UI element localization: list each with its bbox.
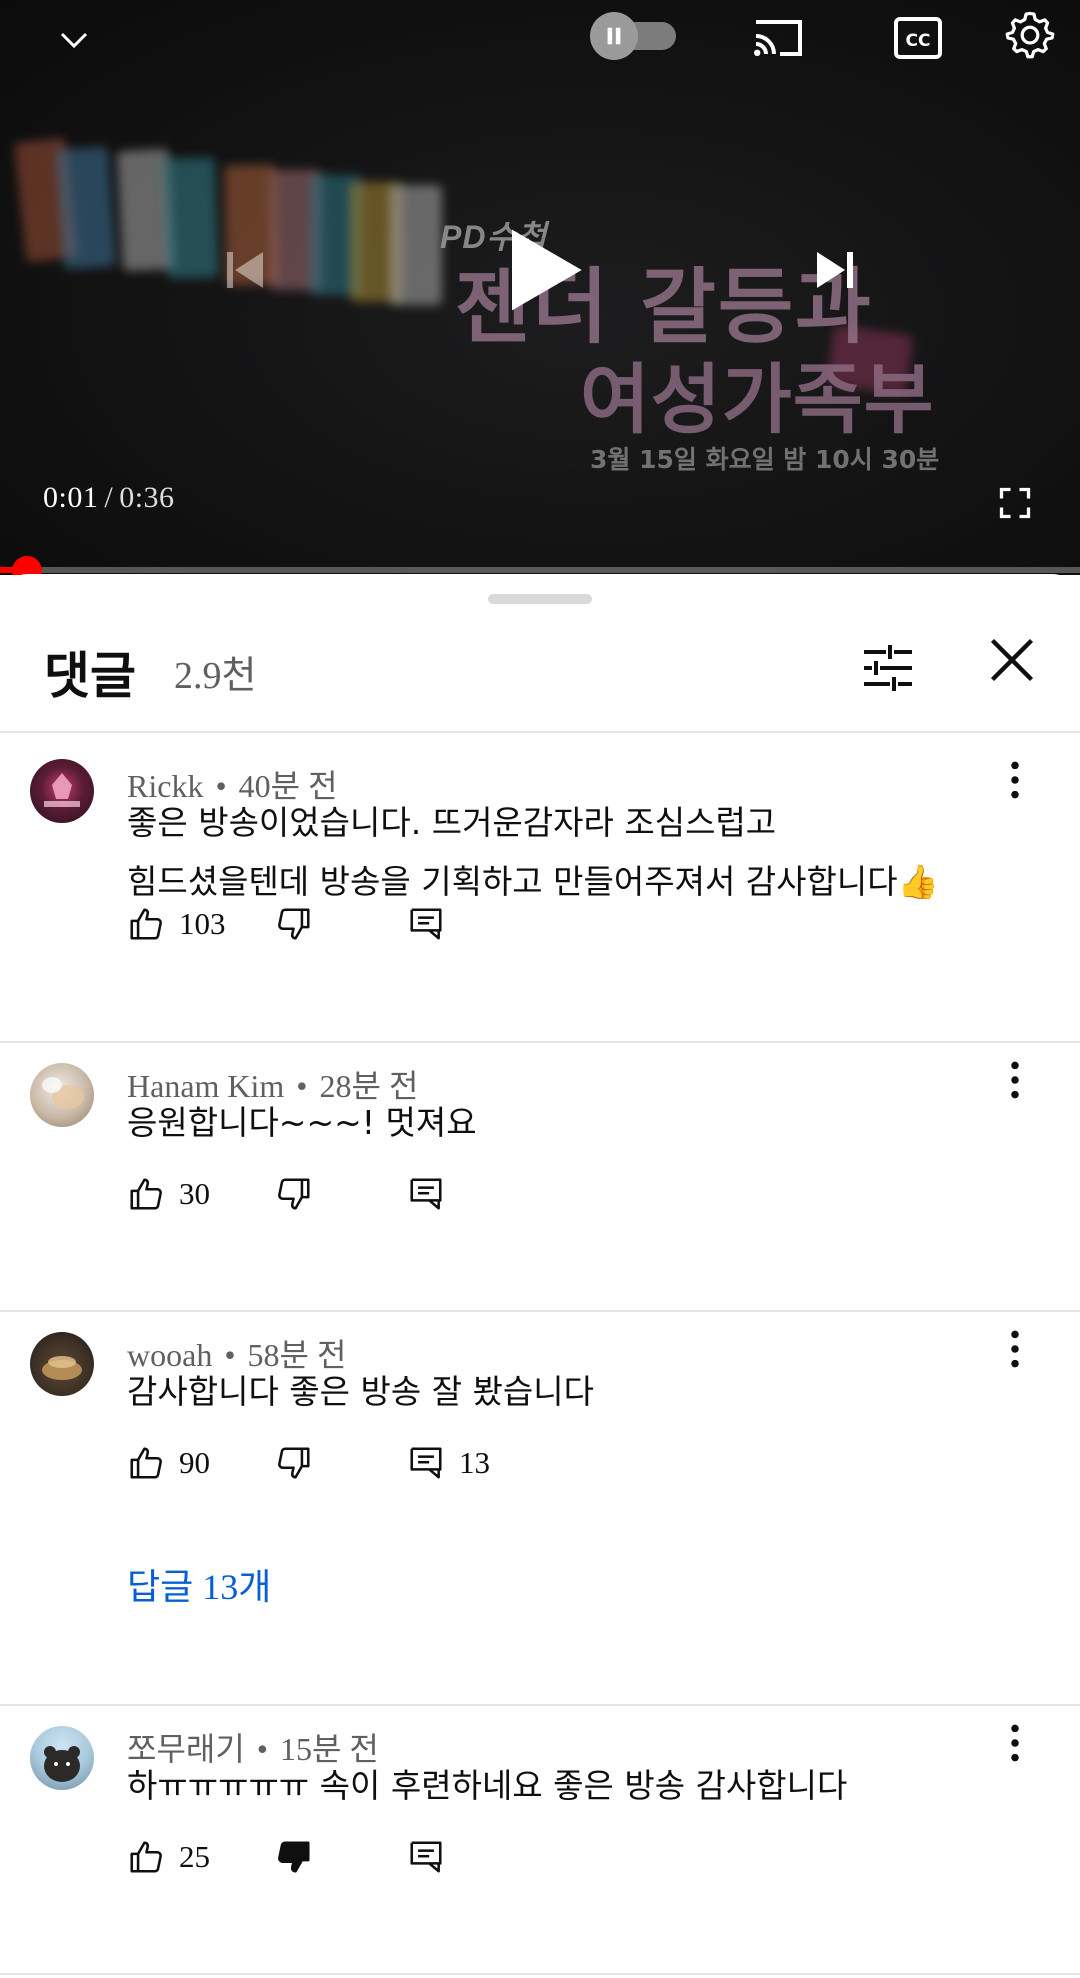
like-count: 90 — [179, 1445, 210, 1480]
thumbs-up-icon — [130, 908, 162, 940]
comment-item: Hanam Kim • 28분 전 응원합니다~~~! 멋져요 30 — [0, 1043, 1080, 1243]
video-player[interactable]: PD수첩 젠더 갈등과 여성가족부 3월 15일 화요일 밤 10시 30분 C… — [0, 0, 1080, 575]
like-button[interactable]: 103 — [127, 899, 226, 949]
time-separator: / — [104, 481, 114, 514]
play-icon[interactable] — [500, 225, 590, 315]
thumbs-up-icon — [130, 1447, 162, 1479]
view-replies-link[interactable]: 답글 13개 — [127, 1558, 271, 1610]
autoplay-toggle[interactable] — [590, 12, 686, 60]
like-count: 103 — [179, 906, 226, 941]
close-icon[interactable] — [986, 634, 1046, 698]
drag-handle[interactable] — [488, 594, 592, 604]
reply-button[interactable] — [407, 899, 445, 949]
comment-item: wooah • 58분 전 감사합니다 좋은 방송 잘 봤습니다 90 13 답글 … — [0, 1312, 1080, 1682]
comment-divider — [0, 1973, 1080, 1975]
duration: 0:36 — [119, 481, 175, 514]
previous-icon[interactable] — [215, 240, 275, 300]
comments-count: 2.9천 — [174, 655, 257, 697]
comments-title: 댓글 — [44, 647, 136, 705]
thumbs-down-icon — [278, 908, 310, 940]
captions-icon[interactable]: CC — [888, 8, 948, 68]
avatar[interactable] — [30, 1726, 94, 1790]
reply-comment-icon — [410, 1178, 442, 1210]
like-button[interactable]: 25 — [127, 1832, 210, 1882]
pause-icon — [590, 12, 638, 60]
reply-count: 13 — [459, 1445, 490, 1480]
reply-comment-icon — [410, 1841, 442, 1873]
comment-text-line: 감사합니다 좋은 방송 잘 봤습니다 — [127, 1372, 594, 1411]
thumbs-down-filled-icon — [278, 1841, 310, 1873]
svg-text:CC: CC — [906, 31, 931, 51]
progress-bar[interactable] — [0, 567, 1080, 573]
reply-button[interactable] — [407, 1832, 445, 1882]
minimize-chevron-down-icon[interactable] — [44, 10, 104, 70]
thumbs-down-icon — [278, 1178, 310, 1210]
dislike-button[interactable] — [275, 1169, 313, 1219]
comment-text-line: 응원합니다~~~! 멋져요 — [127, 1103, 477, 1142]
comment-text: 좋은 방송이었습니다. 뜨거운감자라 조심스럽고 힘드셨을텐데 방송을 기획하고… — [127, 793, 939, 911]
thumbs-up-icon — [130, 1178, 162, 1210]
dislike-button[interactable] — [275, 899, 313, 949]
comments-sheet: 댓글 2.9천 Rickk • 40분 전 좋은 방송이었습니다. 뜨거운감자라 조… — [0, 574, 1080, 1978]
reply-button[interactable]: 13 — [407, 1438, 490, 1488]
time-display: 0:01/0:36 — [43, 481, 175, 515]
next-icon[interactable] — [805, 240, 865, 300]
comment-item: 쪼무래기 • 15분 전 하ㅠㅠㅠㅠㅠ 속이 후련하네요 좋은 방송 감사합니다 2… — [0, 1706, 1080, 1966]
cast-icon[interactable] — [748, 8, 808, 68]
more-options-icon[interactable] — [990, 1718, 1040, 1768]
reply-comment-icon — [410, 908, 442, 940]
thumbs-up-icon — [130, 1841, 162, 1873]
like-count: 25 — [179, 1839, 210, 1874]
reply-button[interactable] — [407, 1169, 445, 1219]
comment-text-line: 하ㅠㅠㅠㅠㅠ 속이 후련하네요 좋은 방송 감사합니다 — [127, 1766, 848, 1805]
fullscreen-icon[interactable] — [990, 478, 1040, 528]
reply-comment-icon — [410, 1447, 442, 1479]
avatar[interactable] — [30, 1332, 94, 1396]
like-button[interactable]: 90 — [127, 1438, 210, 1488]
comment-text-line: 좋은 방송이었습니다. 뜨거운감자라 조심스럽고 — [127, 803, 777, 842]
comment-text-line: 힘드셨을텐데 방송을 기획하고 만들어주져서 감사합니다👍 — [127, 862, 939, 901]
dislike-button-active[interactable] — [275, 1832, 313, 1882]
avatar[interactable] — [30, 1063, 94, 1127]
more-options-icon[interactable] — [990, 1324, 1040, 1374]
like-button[interactable]: 30 — [127, 1169, 210, 1219]
comment-text: 하ㅠㅠㅠㅠㅠ 속이 후련하네요 좋은 방송 감사합니다 — [127, 1756, 847, 1815]
settings-gear-icon[interactable] — [1000, 4, 1060, 64]
sort-filter-icon[interactable] — [860, 642, 920, 698]
comment-item: Rickk • 40분 전 좋은 방송이었습니다. 뜨거운감자라 조심스럽고 힘드셨… — [0, 733, 1080, 941]
dislike-button[interactable] — [275, 1438, 313, 1488]
comment-text: 감사합니다 좋은 방송 잘 봤습니다 — [127, 1362, 594, 1421]
thumbs-down-icon — [278, 1447, 310, 1479]
avatar[interactable] — [30, 759, 94, 823]
more-options-icon[interactable] — [990, 755, 1040, 805]
more-options-icon[interactable] — [990, 1055, 1040, 1105]
comment-text: 응원합니다~~~! 멋져요 — [127, 1093, 477, 1152]
current-time: 0:01 — [43, 481, 99, 514]
like-count: 30 — [179, 1176, 210, 1211]
